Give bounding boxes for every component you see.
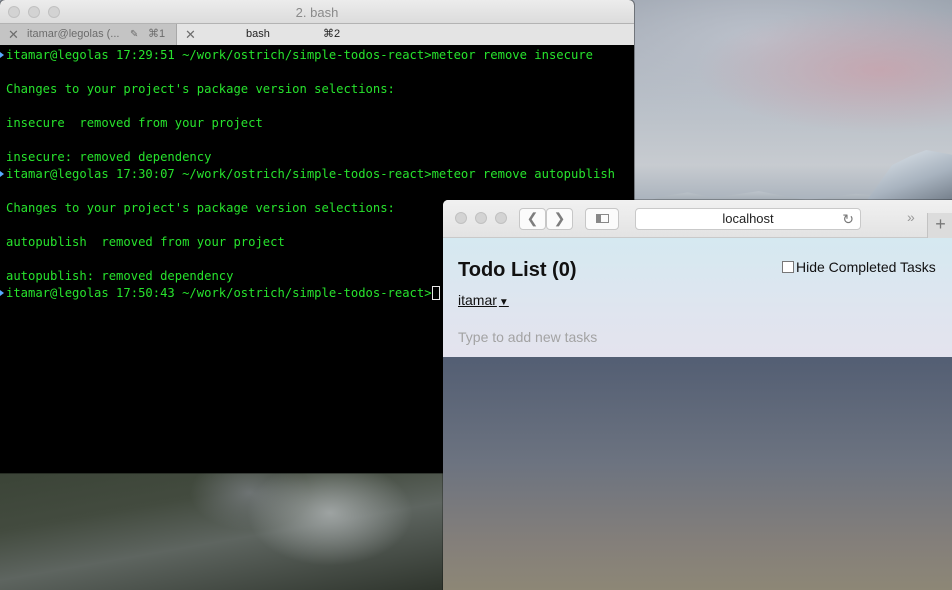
user-menu[interactable]: itamar ▼ [458, 292, 509, 308]
minimize-window-button[interactable] [475, 212, 487, 224]
browser-window: ❮ ❯ localhost ↻ » + Todo List (0) Hide C… [443, 200, 952, 590]
toolbar-overflow-icon[interactable]: » [907, 209, 915, 225]
hide-completed-toggle[interactable]: Hide Completed Tasks [782, 259, 936, 275]
task-list-area [443, 357, 952, 590]
terminal-line: itamar@legolas 17:29:51 ~/work/ostrich/s… [0, 47, 634, 64]
username: itamar [458, 292, 497, 308]
page-title: Todo List (0) [458, 259, 577, 281]
forward-button[interactable]: ❯ [546, 208, 573, 230]
browser-toolbar: ❮ ❯ localhost ↻ » + [443, 200, 952, 238]
terminal-cursor [431, 286, 440, 300]
prompt-mark-icon [0, 52, 4, 58]
chevron-left-icon: ❮ [526, 210, 539, 226]
terminal-title: 2. bash [295, 5, 339, 20]
prompt-mark-icon [0, 290, 4, 296]
sidebar-button[interactable] [585, 208, 619, 230]
tab-activity-icon: ✎ [130, 29, 139, 40]
terminal-tab-2[interactable]: ✕ bash ⌘2 [177, 24, 634, 45]
new-tab-button[interactable]: + [927, 213, 952, 238]
back-button[interactable]: ❮ [519, 208, 546, 230]
url-text: localhost [722, 211, 774, 226]
new-task-input[interactable]: Type to add new tasks [458, 329, 597, 345]
close-window-button[interactable] [455, 212, 467, 224]
rock-face [0, 473, 445, 590]
tab-label: bash [246, 28, 270, 40]
prompt-mark-icon [0, 171, 4, 177]
tab-label: itamar@legolas (... [27, 28, 120, 40]
tab-close-icon[interactable]: ✕ [185, 24, 196, 45]
terminal-titlebar[interactable]: 2. bash [0, 0, 634, 23]
terminal-tab-bar: ✕ itamar@legolas (... ✎ ⌘1 ✕ bash ⌘2 [0, 23, 634, 45]
sidebar-icon [595, 214, 609, 223]
terminal-tab-1[interactable]: ✕ itamar@legolas (... ✎ ⌘1 [0, 24, 177, 45]
terminal-line: insecure: removed dependency [6, 150, 212, 164]
address-bar[interactable]: localhost ↻ [635, 208, 861, 230]
reload-icon[interactable]: ↻ [842, 209, 854, 229]
terminal-line: insecure removed from your project [6, 116, 263, 130]
terminal-line: itamar@legolas 17:30:07 ~/work/ostrich/s… [0, 166, 634, 183]
terminal-line: Changes to your project's package versio… [6, 82, 395, 96]
web-page: Todo List (0) Hide Completed Tasks itama… [443, 238, 952, 590]
caret-down-icon: ▼ [498, 297, 509, 308]
todo-header: Todo List (0) Hide Completed Tasks itama… [443, 238, 952, 357]
chevron-right-icon: ❯ [553, 210, 566, 226]
tab-shortcut: ⌘2 [323, 28, 341, 40]
hide-completed-label: Hide Completed Tasks [796, 259, 936, 275]
plus-icon: + [935, 214, 946, 234]
tab-close-icon[interactable]: ✕ [8, 24, 19, 45]
zoom-window-button[interactable] [495, 212, 507, 224]
tab-shortcut: ⌘1 [148, 28, 166, 40]
hide-completed-checkbox[interactable] [782, 261, 794, 273]
